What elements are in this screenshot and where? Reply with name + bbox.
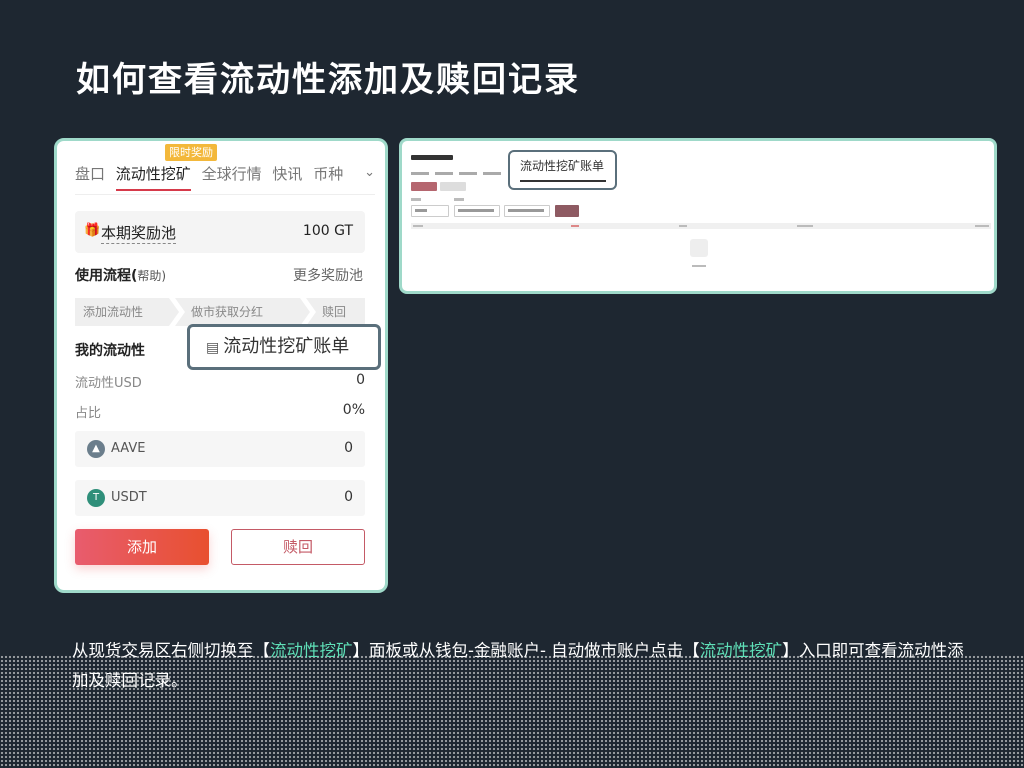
caption-highlight: 流动性挖矿 <box>270 641 353 660</box>
slide-title: 如何查看流动性添加及赎回记录 <box>76 60 580 100</box>
my-liquidity-title: 我的流动性 <box>75 343 145 359</box>
flow-steps: 添加流动性 做市获取分红 赎回 <box>75 298 365 326</box>
more-reward-pools-link[interactable]: 更多奖励池 <box>293 265 363 285</box>
liquidity-usd-value: 0 <box>356 372 365 388</box>
aave-icon: ▲ <box>87 440 105 458</box>
share-ratio-row: 占比 0% <box>75 402 365 421</box>
chevron-down-icon[interactable]: ⌄ <box>364 165 375 180</box>
asset-amount: 0 <box>344 440 353 456</box>
liquidity-usd-row: 流动性USD 0 <box>75 372 365 391</box>
caption-text: 】面板或从钱包-金融账户- 自动做市账户点击【 <box>352 641 700 660</box>
mini-select <box>411 205 449 217</box>
mini-page-title <box>411 155 453 160</box>
document-icon: ▤ <box>206 340 220 356</box>
mini-tab <box>483 172 501 175</box>
caption-highlight: 流动性挖矿 <box>699 641 783 660</box>
step-add-liquidity: 添加流动性 <box>75 298 179 326</box>
mini-filter <box>440 182 466 191</box>
mini-table-header <box>411 223 991 229</box>
caption-text: 从现货交易区右侧切换至【 <box>72 641 270 660</box>
asset-row-usdt: T USDT 0 <box>75 480 365 516</box>
usage-flow-title: 使用流程(帮助) <box>75 265 166 285</box>
mini-tab <box>435 172 453 175</box>
reward-pool-value: 100 GT <box>302 223 353 239</box>
mining-bill-title: 流动性挖矿账单 <box>520 159 605 173</box>
mini-date-start <box>454 205 500 217</box>
mining-bill-screenshot <box>399 138 997 294</box>
panel-tabs: 盘口 流动性挖矿 全球行情 快讯 币种 ⌄ <box>75 163 375 195</box>
limited-reward-badge: 限时奖励 <box>165 144 217 161</box>
empty-state-icon <box>690 239 708 257</box>
asset-amount: 0 <box>344 489 353 505</box>
usdt-icon: T <box>87 489 105 507</box>
usage-flow-label: 使用流程( <box>75 268 138 284</box>
reward-pool-label[interactable]: 本期奖励池 <box>101 222 177 244</box>
asset-name: USDT <box>111 490 147 505</box>
mini-tab <box>459 172 477 175</box>
mining-bill-callout-right: 流动性挖矿账单 <box>508 150 617 190</box>
share-ratio-value: 0% <box>342 402 365 418</box>
tab-coin-info[interactable]: 币种 <box>313 163 343 184</box>
mini-filter-active <box>411 182 437 191</box>
tab-news[interactable]: 快讯 <box>272 163 302 184</box>
mini-label <box>454 198 464 201</box>
tab-orderbook[interactable]: 盘口 <box>75 163 105 184</box>
mining-bill-label: 流动性挖矿账单 <box>223 336 350 357</box>
liquidity-usd-label: 流动性USD <box>75 376 142 391</box>
underline <box>520 180 606 182</box>
asset-row-aave: ▲ AAVE 0 <box>75 431 365 467</box>
add-liquidity-button[interactable]: 添加 <box>75 529 209 565</box>
mini-tab <box>411 172 429 175</box>
step-redeem: 赎回 <box>306 298 365 326</box>
help-link[interactable]: 帮助) <box>137 269 166 283</box>
redeem-button[interactable]: 赎回 <box>231 529 365 565</box>
share-ratio-label: 占比 <box>75 406 102 421</box>
mini-date-end <box>504 205 550 217</box>
mining-bill-callout[interactable]: ▤ 流动性挖矿账单 <box>187 324 381 370</box>
reward-pool-row: 🎁 本期奖励池 100 GT <box>75 211 365 253</box>
mini-search-button <box>555 205 579 217</box>
gift-icon: 🎁 <box>84 223 101 238</box>
step-market-making-dividend: 做市获取分红 <box>175 298 310 326</box>
mini-label <box>411 198 421 201</box>
asset-name: AAVE <box>111 441 146 456</box>
tab-liquidity-mining[interactable]: 流动性挖矿 <box>115 163 191 191</box>
empty-state-text <box>692 265 706 267</box>
tab-global-market[interactable]: 全球行情 <box>202 163 262 184</box>
slide-caption: 从现货交易区右侧切换至【流动性挖矿】面板或从钱包-金融账户- 自动做市账户点击【… <box>72 636 972 696</box>
